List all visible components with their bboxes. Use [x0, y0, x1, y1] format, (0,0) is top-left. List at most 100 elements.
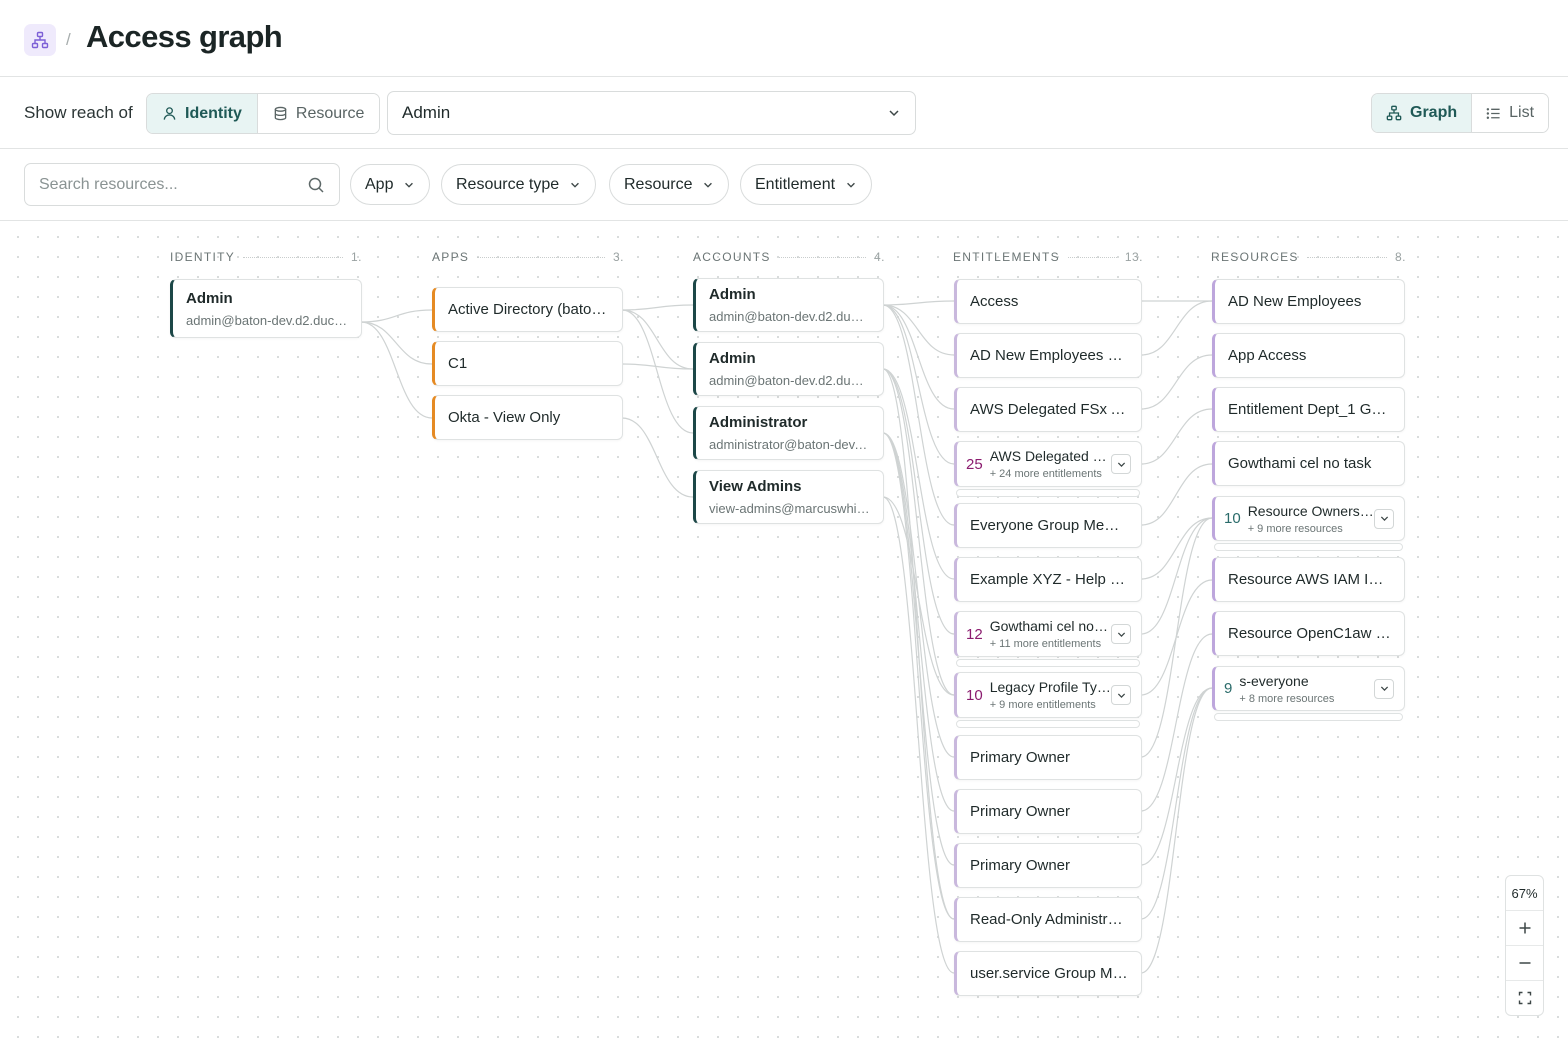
app-filter-label: App: [365, 175, 394, 193]
show-reach-label: Show reach of: [24, 103, 133, 122]
account-node[interactable]: Admin admin@baton-dev.d2.ductone.com: [693, 342, 884, 396]
list-view-button[interactable]: List: [1472, 94, 1549, 132]
entitlement-name: Access: [970, 293, 1019, 310]
entitlement-node[interactable]: Primary Owner: [954, 789, 1142, 834]
resource-toggle-label: Resource: [295, 104, 365, 122]
chevron-down-icon: [1117, 631, 1125, 637]
view-toggle: Graph List: [1371, 93, 1550, 133]
resource-type-filter-label: Resource type: [456, 175, 560, 193]
identity-node[interactable]: Admin admin@baton-dev.d2.ductone.com: [170, 279, 362, 338]
entitlement-node[interactable]: Everyone Group Member: [954, 503, 1142, 548]
app-name: C1: [448, 355, 468, 372]
identity-toggle-button[interactable]: Identity: [147, 94, 258, 133]
graph-view-button[interactable]: Graph: [1372, 94, 1473, 132]
account-name: Admin: [709, 350, 756, 367]
resource-node[interactable]: Gowthami cel no task: [1212, 441, 1405, 486]
account-email: admin@baton-dev.d2.ductone.com: [709, 373, 870, 388]
graph-view-label: Graph: [1410, 104, 1458, 121]
identity-select-value: Admin: [402, 103, 451, 122]
zoom-out-button[interactable]: [1506, 946, 1543, 981]
entitlements-column-header: ENTITLEMENTS 13.: [953, 250, 1143, 264]
column-count: 8.: [1394, 250, 1406, 264]
entitlement-node[interactable]: Primary Owner: [954, 735, 1142, 780]
expand-button[interactable]: [1374, 678, 1394, 699]
expand-button[interactable]: [1111, 685, 1131, 705]
resource-type-filter-dropdown[interactable]: Resource type: [441, 164, 597, 205]
zoom-in-button[interactable]: [1506, 911, 1543, 946]
app-filter-dropdown[interactable]: App: [350, 164, 431, 205]
entitlement-group-node[interactable]: 12 Gowthami cel no task + 11 more entitle…: [954, 611, 1142, 657]
plus-icon: [1519, 922, 1530, 934]
identity-email: admin@baton-dev.d2.ductone.com: [186, 312, 348, 328]
search-input[interactable]: [39, 175, 299, 194]
resource-node[interactable]: AD New Employees: [1212, 279, 1405, 324]
resource-toggle-button[interactable]: Resource: [257, 94, 380, 133]
entitlement-name: Read-Only Administrators Member: [970, 911, 1128, 928]
identity-select[interactable]: Admin: [387, 91, 916, 135]
column-count: 4.: [873, 250, 885, 264]
search-box: [24, 163, 340, 206]
access-graph-icon[interactable]: [24, 24, 56, 56]
entitlement-filter-dropdown[interactable]: Entitlement: [740, 164, 873, 205]
entitlement-name: Primary Owner: [970, 857, 1071, 874]
fit-view-button[interactable]: [1506, 981, 1543, 1015]
entitlement-name: Primary Owner: [970, 749, 1071, 766]
stack-shadow: [1214, 543, 1403, 551]
reach-toolbar: Show reach of Identity Resource Admin Gr…: [0, 77, 1568, 149]
resource-group-node[interactable]: 10 Resource Owners Group + 9 more resourc…: [1212, 496, 1405, 541]
more-count: + 8 more resources: [1239, 692, 1335, 705]
entitlement-node[interactable]: Primary Owner: [954, 843, 1142, 888]
column-label: APPS: [432, 250, 470, 264]
entitlement-node[interactable]: AWS Delegated FSx Administrators: [954, 387, 1142, 432]
stack-shadow: [1214, 713, 1403, 721]
account-node[interactable]: Admin admin@baton-dev.d2.ductone.com: [693, 278, 884, 332]
entitlement-node[interactable]: Read-Only Administrators Member: [954, 897, 1142, 942]
entitlement-group-node[interactable]: 10 Legacy Profile Type Admin + 9 more ent…: [954, 672, 1142, 718]
entitlement-name: Gowthami cel no task: [989, 618, 1111, 634]
column-label: IDENTITY: [170, 250, 236, 264]
app-node[interactable]: Active Directory (baton-ldap): [432, 287, 623, 332]
app-node[interactable]: Okta - View Only: [432, 395, 623, 440]
resource-node[interactable]: Resource OpenC1aw Owner: [1212, 611, 1405, 656]
entitlement-node[interactable]: Example XYZ - Help Desk Admin: [954, 557, 1142, 602]
app-node[interactable]: C1: [432, 341, 623, 386]
entitlement-name: AWS Delegated Remote Access: [989, 448, 1111, 464]
resource-name: Resource AWS IAM Identity Center: [1228, 571, 1391, 588]
resource-group-node[interactable]: 9 s-everyone + 8 more resources: [1212, 666, 1405, 711]
more-count: + 24 more entitlements: [989, 468, 1102, 480]
entitlement-node[interactable]: user.service Group Member: [954, 951, 1142, 996]
graph-canvas[interactable]: IDENTITY 1. APPS 3. ACCOUNTS 4. ENTITLEMENT…: [0, 221, 1568, 1042]
chevron-down-icon: [405, 182, 414, 188]
chevron-down-icon: [704, 182, 713, 188]
resource-node[interactable]: Entitlement Dept_1 Group Owner: [1212, 387, 1405, 432]
entitlement-node[interactable]: Access: [954, 279, 1142, 324]
resource-name: s-everyone: [1239, 672, 1309, 689]
database-icon: [274, 106, 287, 121]
entitlement-group-node[interactable]: 25 AWS Delegated Remote Access + 24 more …: [954, 441, 1142, 487]
stack-shadow: [956, 720, 1140, 728]
expand-button[interactable]: [1111, 454, 1131, 474]
resources-column-header: RESOURCES 8.: [1211, 250, 1406, 264]
chevron-down-icon: [889, 110, 899, 117]
expand-button[interactable]: [1374, 508, 1394, 529]
account-node[interactable]: View Admins view-admins@marcuswhite.com: [693, 470, 884, 524]
breadcrumb-separator: /: [66, 30, 71, 49]
resource-filter-dropdown[interactable]: Resource: [609, 164, 730, 205]
app-name: Okta - View Only: [448, 409, 561, 426]
entitlement-node[interactable]: AD New Employees Validation: [954, 333, 1142, 378]
group-count: 25: [966, 455, 983, 473]
account-email: administrator@baton-dev.d2.ductone.com: [709, 437, 870, 452]
resource-node[interactable]: App Access: [1212, 333, 1405, 378]
account-node[interactable]: Administrator administrator@baton-dev.d2…: [693, 406, 884, 460]
entitlement-filter-label: Entitlement: [755, 175, 836, 193]
search-icon[interactable]: [307, 176, 325, 194]
entitlement-name: AWS Delegated FSx Administrators: [970, 401, 1128, 418]
column-label: ENTITLEMENTS: [953, 250, 1060, 264]
column-count: 13.: [1124, 250, 1143, 264]
resource-name: Gowthami cel no task: [1228, 455, 1372, 472]
stack-shadow: [956, 489, 1140, 497]
resource-name: Resource OpenC1aw Owner: [1228, 625, 1391, 642]
resource-node[interactable]: Resource AWS IAM Identity Center: [1212, 557, 1405, 602]
expand-button[interactable]: [1111, 624, 1131, 644]
page-header: / Access graph: [0, 0, 1568, 77]
